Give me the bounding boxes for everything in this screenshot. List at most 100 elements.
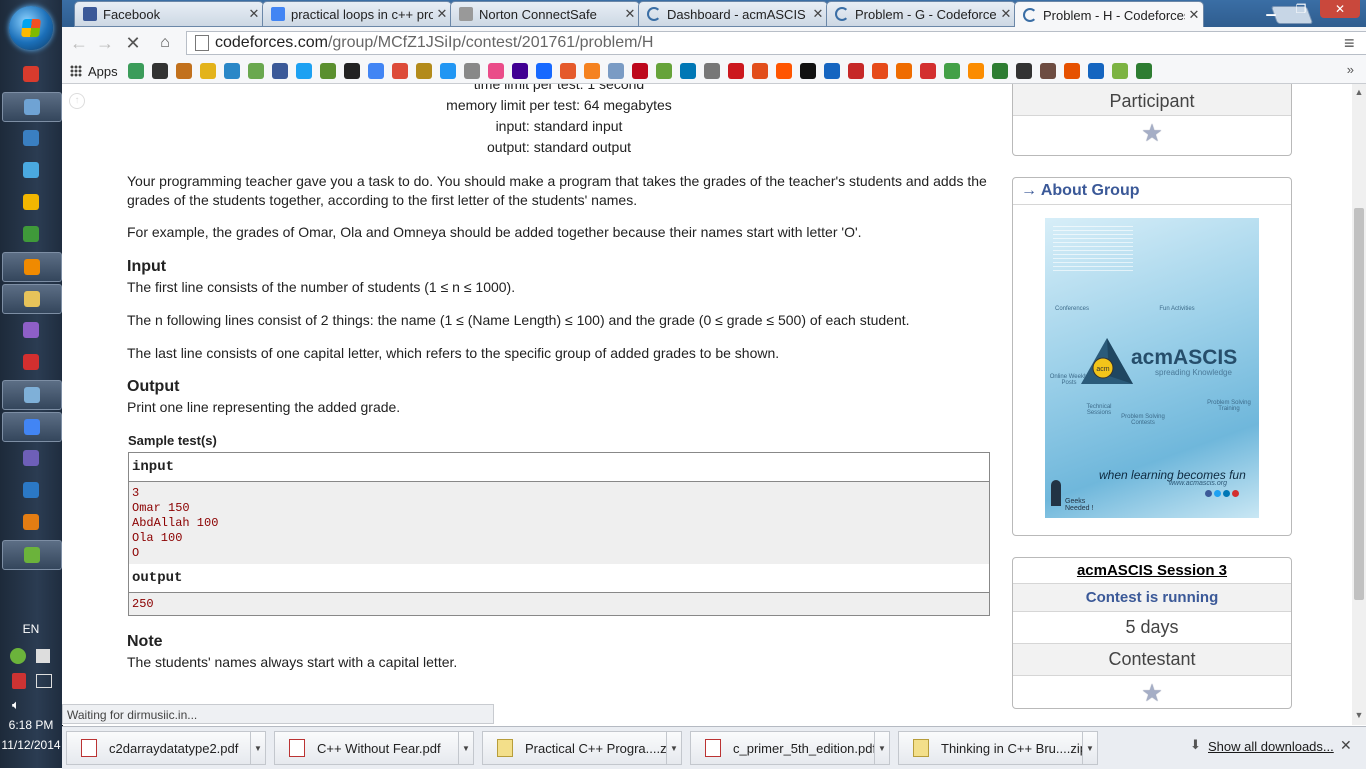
bookmark-favicon-icon[interactable]: [1063, 63, 1080, 79]
bookmark-favicon-icon[interactable]: [1015, 63, 1032, 79]
display-tray-icon[interactable]: [36, 674, 52, 688]
close-window-icon[interactable]: ✕: [1320, 0, 1360, 18]
browser-tab[interactable]: Problem - H - Codeforces ✕: [1014, 1, 1204, 28]
bookmark-favicon-icon[interactable]: [439, 63, 456, 79]
taskbar-button[interactable]: [2, 92, 62, 122]
bookmark-favicon-icon[interactable]: [271, 63, 288, 79]
bookmark-favicon-icon[interactable]: [871, 63, 888, 79]
taskbar-button[interactable]: [2, 380, 62, 410]
bookmark-favicon-icon[interactable]: [463, 63, 480, 79]
scroll-top-icon[interactable]: ↑: [69, 93, 85, 109]
bookmark-favicon-icon[interactable]: [847, 63, 864, 79]
page-info-icon[interactable]: [195, 35, 209, 51]
close-tab-icon[interactable]: ✕: [245, 6, 263, 22]
sample-output-content[interactable]: 250: [129, 593, 989, 615]
clock-time[interactable]: 6:18 PM: [0, 718, 62, 732]
taskbar-button[interactable]: [2, 124, 60, 152]
taskbar-button[interactable]: [2, 412, 62, 442]
stop-icon[interactable]: ✕: [122, 33, 144, 53]
bookmark-favicon-icon[interactable]: [1087, 63, 1104, 79]
star-icon[interactable]: ★: [1141, 676, 1163, 712]
close-tab-icon[interactable]: ✕: [997, 6, 1015, 22]
show-all-downloads-link[interactable]: Show all downloads...: [1208, 739, 1334, 754]
chrome-menu-icon[interactable]: ≡: [1344, 33, 1355, 54]
bookmark-favicon-icon[interactable]: [175, 63, 192, 79]
bookmark-favicon-icon[interactable]: [487, 63, 504, 79]
bookmark-favicon-icon[interactable]: [367, 63, 384, 79]
download-item[interactable]: c2darraydatatype2.pdf ▼: [66, 731, 266, 765]
browser-tab[interactable]: Dashboard - acmASCIS Se✕: [638, 1, 828, 27]
bookmark-favicon-icon[interactable]: [991, 63, 1008, 79]
taskbar-button[interactable]: [2, 60, 60, 88]
bookmark-favicon-icon[interactable]: [727, 63, 744, 79]
download-menu-arrow-icon[interactable]: ▼: [874, 731, 889, 765]
more-bookmarks-icon[interactable]: »: [1347, 62, 1354, 77]
taskbar-button[interactable]: [2, 444, 60, 472]
apps-bookmark[interactable]: Apps: [70, 64, 118, 79]
bookmark-favicon-icon[interactable]: [343, 63, 360, 79]
bookmark-favicon-icon[interactable]: [703, 63, 720, 79]
browser-tab[interactable]: Facebook ✕: [74, 1, 264, 27]
close-tab-icon[interactable]: ✕: [433, 6, 451, 22]
download-menu-arrow-icon[interactable]: ▼: [458, 731, 473, 765]
taskbar-button[interactable]: [2, 252, 62, 282]
clock-date[interactable]: 11/12/2014: [0, 738, 62, 752]
bookmark-favicon-icon[interactable]: [895, 63, 912, 79]
page-scrollbar[interactable]: ▲ ▼: [1352, 84, 1366, 725]
bookmark-favicon-icon[interactable]: [607, 63, 624, 79]
bookmark-favicon-icon[interactable]: [223, 63, 240, 79]
home-icon[interactable]: ⌂: [154, 33, 176, 53]
taskbar-button[interactable]: [2, 508, 60, 536]
download-item[interactable]: Thinking in C++ Bru....zip ▼: [898, 731, 1098, 765]
bookmark-favicon-icon[interactable]: [319, 63, 336, 79]
star-icon[interactable]: ★: [1141, 116, 1163, 152]
bookmark-favicon-icon[interactable]: [559, 63, 576, 79]
scrollbar-thumb[interactable]: [1354, 208, 1364, 600]
download-item[interactable]: Practical C++ Progra....zip ▼: [482, 731, 682, 765]
language-indicator[interactable]: EN: [0, 622, 62, 636]
taskbar-button[interactable]: [2, 284, 62, 314]
browser-tab[interactable]: Norton ConnectSafe ✕: [450, 1, 640, 27]
bookmark-favicon-icon[interactable]: [583, 63, 600, 79]
browser-tab[interactable]: Problem - G - Codeforces ✕: [826, 1, 1016, 27]
close-tab-icon[interactable]: ✕: [621, 6, 639, 22]
utorrent-tray-icon[interactable]: [10, 648, 26, 664]
bookmark-favicon-icon[interactable]: [679, 63, 696, 79]
download-item[interactable]: C++ Without Fear.pdf ▼: [274, 731, 474, 765]
sample-input-content[interactable]: 3 Omar 150 AbdAllah 100 Ola 100 O: [129, 482, 989, 564]
bookmark-favicon-icon[interactable]: [391, 63, 408, 79]
bookmark-favicon-icon[interactable]: [655, 63, 672, 79]
start-button[interactable]: [9, 6, 53, 50]
bookmark-favicon-icon[interactable]: [943, 63, 960, 79]
close-tab-icon[interactable]: ✕: [1185, 7, 1203, 23]
bookmark-favicon-icon[interactable]: [799, 63, 816, 79]
back-icon[interactable]: ←: [68, 33, 90, 53]
address-bar[interactable]: codeforces.com/group/MCfZ1JSiIp/contest/…: [186, 31, 1366, 55]
download-menu-arrow-icon[interactable]: ▼: [666, 731, 681, 765]
bookmark-favicon-icon[interactable]: [247, 63, 264, 79]
bookmark-favicon-icon[interactable]: [127, 63, 144, 79]
taskbar-button[interactable]: [2, 220, 60, 248]
bookmark-favicon-icon[interactable]: [295, 63, 312, 79]
bookmark-favicon-icon[interactable]: [919, 63, 936, 79]
bookmark-favicon-icon[interactable]: [751, 63, 768, 79]
taskbar-button[interactable]: [2, 348, 60, 376]
bookmark-favicon-icon[interactable]: [967, 63, 984, 79]
volume-icon[interactable]: 🔈︎: [12, 697, 20, 713]
taskbar-button[interactable]: [2, 188, 60, 216]
bookmark-favicon-icon[interactable]: [199, 63, 216, 79]
download-menu-arrow-icon[interactable]: ▼: [1082, 731, 1097, 765]
close-tab-icon[interactable]: ✕: [809, 6, 827, 22]
bookmark-favicon-icon[interactable]: [631, 63, 648, 79]
about-group-title[interactable]: → About Group: [1013, 178, 1291, 205]
bookmark-favicon-icon[interactable]: [775, 63, 792, 79]
bookmark-favicon-icon[interactable]: [151, 63, 168, 79]
taskbar-button[interactable]: [2, 316, 60, 344]
browser-tab[interactable]: practical loops in c++ pro ✕: [262, 1, 452, 27]
download-item[interactable]: c_primer_5th_edition.pdf ▼: [690, 731, 890, 765]
bookmark-favicon-icon[interactable]: [1135, 63, 1152, 79]
taskbar-button[interactable]: [2, 540, 62, 570]
scroll-down-arrow[interactable]: ▼: [1352, 710, 1366, 720]
bookmark-favicon-icon[interactable]: [415, 63, 432, 79]
session-title-link[interactable]: acmASCIS Session 3: [1013, 558, 1291, 584]
